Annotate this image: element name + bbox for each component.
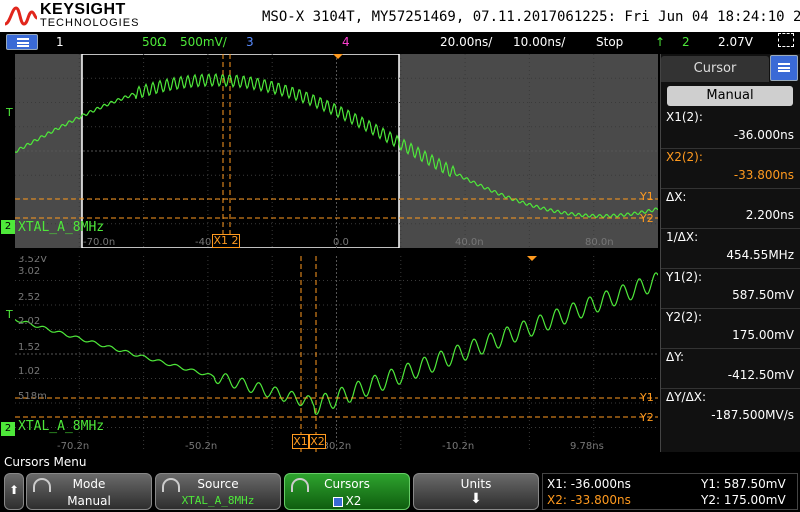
inverse-delta-x-label: 1/ΔX: (666, 230, 699, 244)
overview-waveform-panel[interactable]: -70.0n-40.0n0.040.0n80.0n XTAL_A_8MHz X1… (15, 54, 658, 248)
instrument-info: MSO-X 3104T, MY57251469, 07.11.201706122… (262, 9, 800, 25)
brand-subtitle: TECHNOLOGIES (40, 17, 140, 29)
back-button[interactable]: ⬆ (4, 473, 24, 510)
volt-tick-label: 3.52V (18, 256, 47, 265)
time-tick-label-bottom: 9.78ns (570, 441, 604, 452)
readout-y2: Y2: 175.00mV (701, 493, 786, 507)
menu-icon (778, 63, 790, 72)
zoom-graticule: 3.52V3.02 2.52 2.02 1.52 1.02 518m -70.2n -50.2… (15, 256, 658, 452)
channel-3-indicator[interactable]: 3 (246, 35, 254, 49)
zoom-waveform-panel[interactable]: 3.52V 3.02 2.52 2.02 1.52 1.02 518m -70.2n -50.2… (15, 256, 658, 452)
time-tick-label-bottom: -50.2n (185, 441, 217, 452)
delta-y-value: -412.50mV (727, 368, 794, 382)
units-softkey[interactable]: Units ⬇ (413, 473, 539, 510)
y2-cursor-label-bottom[interactable]: Y2 (640, 411, 654, 424)
side-menu-button[interactable] (770, 55, 798, 81)
channel-label-top: XTAL_A_8MHz (18, 220, 105, 235)
channel-4-indicator[interactable]: 4 (342, 35, 350, 49)
volt-tick-label: 2.52 (18, 292, 40, 303)
y1-value: 587.50mV (732, 288, 794, 302)
acquire-mode-icon[interactable] (778, 33, 794, 47)
volt-tick-label: 1.02 (18, 366, 40, 377)
time-tick-label-top: -70.0n (83, 237, 115, 248)
status-bar: 1 50Ω 500mV/ 3 4 20.00ns/ 10.00ns/ Stop … (0, 32, 800, 51)
time-tick-label-bottom: -10.2n (442, 441, 474, 452)
source-softkey[interactable]: Source XTAL_A_8MHz (155, 473, 281, 510)
volt-tick-label: 518m (18, 391, 47, 402)
channel-2-ground-marker-top[interactable]: 2 (1, 220, 15, 234)
channel-label-bottom: XTAL_A_8MHz (18, 419, 105, 434)
source-value: XTAL_A_8MHz (181, 494, 255, 507)
y1-cursor-label-top[interactable]: Y1 (640, 190, 654, 203)
trigger-position-marker-top[interactable] (333, 54, 343, 59)
timebase-delay[interactable]: 10.00ns/ (513, 35, 565, 49)
volt-tick-label: 1.52 (18, 342, 40, 353)
slope-label: ΔY/ΔX: (666, 390, 707, 404)
volt-tick-label: 3.02 (18, 266, 40, 277)
inverse-delta-x-value: 454.55MHz (726, 248, 794, 262)
x1-cursor-label-bottom[interactable]: X1 (292, 434, 309, 449)
readout-y1: Y1: 587.50mV (701, 477, 786, 491)
down-arrow-icon: ⬇ (470, 491, 482, 507)
cursor-select-icon (332, 496, 343, 507)
channel-1-indicator[interactable]: 1 (56, 35, 64, 49)
y2-value: 175.00mV (732, 328, 794, 342)
time-tick-label-top: 0.0 (333, 237, 349, 248)
channel-gutter: 2 2 T T (0, 54, 15, 452)
y2-cursor-label-top[interactable]: Y2 (640, 212, 654, 225)
cursor-mode-button[interactable]: Manual (667, 86, 793, 106)
delta-x-label: ΔX: (666, 190, 687, 204)
trigger-channel[interactable]: 2 (682, 35, 690, 49)
trigger-level[interactable]: 2.07V (718, 35, 753, 49)
delta-y-label: ΔY: (666, 350, 684, 364)
mode-softkey[interactable]: Mode Manual (26, 473, 152, 510)
cursor-side-panel: Cursor Manual X1(2): -36.000ns X2(2): -3… (660, 54, 800, 452)
title-bar: KEYSIGHT TECHNOLOGIES MSO-X 3104T, MY572… (0, 0, 800, 32)
cursor-x-label-top[interactable]: X1 2 (212, 234, 240, 248)
x1-value: -36.000ns (733, 128, 794, 142)
up-arrow-icon: ⬆ (8, 483, 20, 497)
cursors-softkey[interactable]: Cursors X2 (284, 473, 410, 510)
trigger-slope-icon: ↑ (655, 35, 666, 49)
keysight-logo-icon (4, 6, 38, 26)
x2-value: -33.800ns (733, 168, 794, 182)
trigger-level-marker-bottom: T (6, 308, 13, 321)
time-tick-label-bottom: -70.2n (57, 441, 89, 452)
timebase-scale[interactable]: 20.00ns/ (440, 35, 492, 49)
y2-label: Y2(2): (666, 310, 703, 324)
x1-label: X1(2): (666, 110, 703, 124)
overview-graticule: -70.0n-40.0n0.040.0n80.0n (15, 54, 658, 248)
delta-x-value: 2.200ns (745, 208, 794, 222)
mode-value: Manual (67, 494, 111, 508)
x2-cursor-label-bottom[interactable]: X2 (309, 434, 326, 449)
slope-value: -187.500MV/s (711, 408, 794, 422)
volt-tick-label: 2.02 (18, 316, 40, 327)
source-label: Source (197, 477, 239, 491)
menu-icon (17, 38, 29, 47)
channel-2-scale[interactable]: 500mV/ (180, 35, 227, 49)
y1-label: Y1(2): (666, 270, 703, 284)
readout-x1: X1: -36.000ns (547, 477, 631, 491)
run-state: Stop (596, 35, 624, 49)
time-tick-label-top: 40.0n (455, 237, 484, 248)
trigger-level-marker-top: T (6, 106, 13, 119)
menu-title: Cursors Menu (4, 455, 87, 469)
time-tick-label-top: 80.0n (585, 237, 614, 248)
y1-cursor-label-bottom[interactable]: Y1 (640, 391, 654, 404)
units-label: Units (460, 477, 492, 491)
trigger-position-marker-bottom[interactable] (527, 256, 537, 261)
cursor-readout: X1: -36.000ns X2: -33.800ns Y1: 587.50mV… (542, 473, 798, 510)
x2-label: X2(2): (666, 150, 703, 164)
main-menu-button[interactable] (6, 34, 38, 50)
mode-label: Mode (72, 477, 106, 491)
side-panel-title[interactable]: Cursor (661, 56, 769, 82)
cursors-label: Cursors (324, 477, 370, 491)
channel-2-ground-marker-bottom[interactable]: 2 (1, 422, 15, 436)
cursors-value: X2 (345, 494, 362, 508)
channel-2-impedance[interactable]: 50Ω (142, 35, 166, 49)
readout-x2: X2: -33.800ns (547, 493, 631, 507)
